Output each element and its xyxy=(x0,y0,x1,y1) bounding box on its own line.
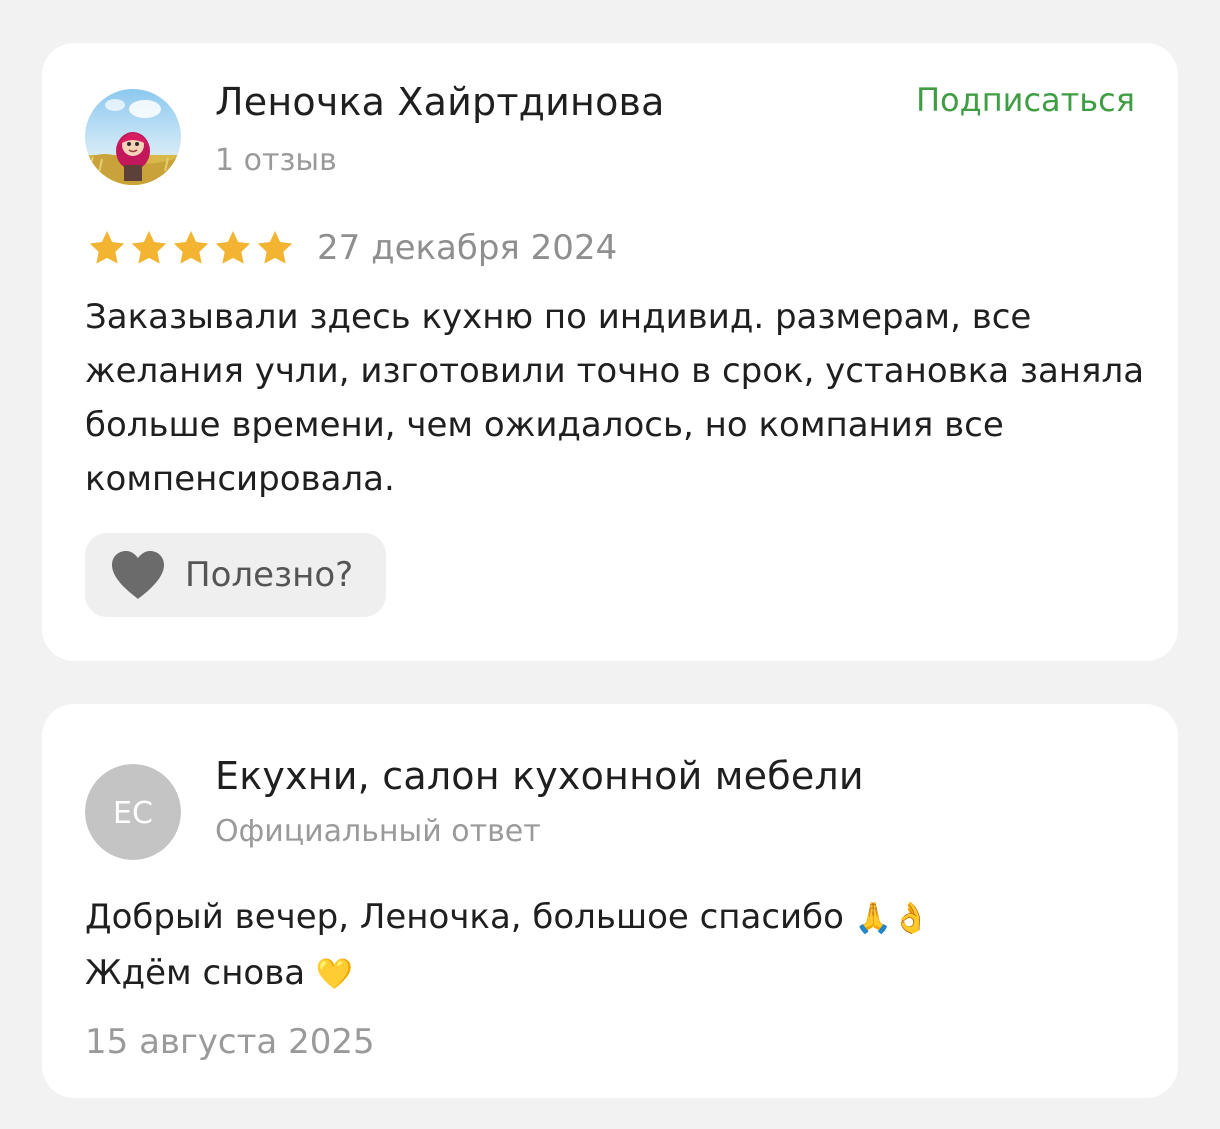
reply-line-1: Добрый вечер, Леночка, большое спасибо xyxy=(85,897,844,937)
company-initials: ЕС xyxy=(113,796,153,831)
heart-icon xyxy=(112,551,164,599)
star-rating xyxy=(87,228,295,268)
official-reply-card: ЕС Екухни, салон кухонной мебели Официал… xyxy=(42,704,1178,1098)
official-reply-label: Официальный ответ xyxy=(215,814,541,849)
star-icon xyxy=(89,231,125,264)
star-icon xyxy=(257,231,293,264)
reply-line-2: Ждём снова xyxy=(85,953,306,993)
reviewer-review-count: 1 отзыв xyxy=(215,143,337,178)
review-date: 27 декабря 2024 xyxy=(317,228,618,268)
star-icon xyxy=(131,231,167,264)
useful-button[interactable]: Полезно? xyxy=(85,533,386,617)
pray-ok-emoji: 🙏👌 xyxy=(854,901,930,936)
star-icon xyxy=(215,231,251,264)
review-text: Заказывали здесь кухню по индивид. разме… xyxy=(85,297,1145,499)
yellow-heart-emoji: 💛 xyxy=(315,957,354,992)
review-card: Леночка Хайртдинова 1 отзыв Подписаться … xyxy=(42,43,1178,661)
useful-label: Полезно? xyxy=(185,555,354,595)
rating-row: 27 декабря 2024 xyxy=(87,227,617,269)
reviewer-avatar[interactable] xyxy=(85,89,181,185)
company-avatar[interactable]: ЕС xyxy=(85,764,181,860)
reply-text: Добрый вечер, Леночка, большое спасибо 🙏… xyxy=(85,890,1145,1002)
company-name[interactable]: Екухни, салон кухонной мебели xyxy=(215,754,864,798)
star-icon xyxy=(173,231,209,264)
reviewer-name[interactable]: Леночка Хайртдинова xyxy=(215,80,665,124)
subscribe-button[interactable]: Подписаться xyxy=(916,81,1135,119)
reply-date: 15 августа 2025 xyxy=(85,1022,375,1062)
